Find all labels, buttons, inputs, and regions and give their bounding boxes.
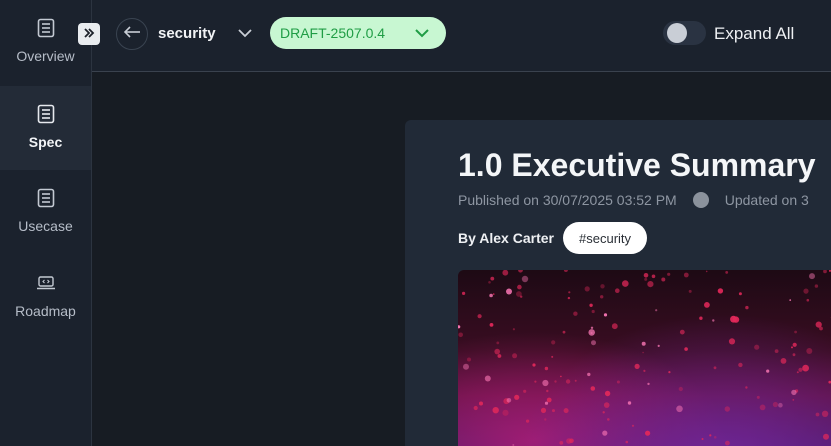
expand-all-label: Expand All: [714, 24, 795, 43]
toggle-knob: [667, 23, 687, 43]
version-label: DRAFT-2507.0.4: [280, 25, 386, 41]
sidebar-item-label: Overview: [16, 48, 75, 64]
hero-image: [458, 270, 831, 446]
laptop-code-icon: [36, 273, 56, 293]
document-list-icon: [36, 18, 56, 38]
document-meta: Published on 30/07/2025 03:52 PM Updated…: [458, 192, 809, 208]
document-list-icon: [36, 104, 56, 124]
chevron-down-icon: [414, 25, 430, 46]
page-title: 1.0 Executive Summary: [458, 147, 816, 183]
sidebar-item-spec[interactable]: Spec: [0, 86, 91, 170]
sidebar-item-label: Spec: [28, 134, 63, 150]
arrow-left-icon: [123, 25, 141, 44]
top-bar: security DRAFT-2507.0.4 Expand All: [92, 0, 831, 72]
back-button[interactable]: [116, 18, 148, 50]
sidebar: Overview Spec Usecase Roadmap: [0, 0, 92, 446]
version-selector[interactable]: DRAFT-2507.0.4: [270, 17, 446, 49]
app-root: Overview Spec Usecase Roadmap security D…: [0, 0, 831, 446]
tag-chip[interactable]: #security: [563, 222, 648, 254]
double-chevron-right-icon: [83, 26, 95, 42]
sidebar-item-usecase[interactable]: Usecase: [0, 170, 91, 254]
hero-bokeh: [458, 270, 831, 446]
sidebar-toggle-button[interactable]: [78, 23, 100, 45]
document-list-icon: [36, 188, 56, 208]
author-name: By Alex Carter: [458, 230, 554, 246]
document-card: 1.0 Executive Summary Published on 30/07…: [405, 120, 831, 446]
sidebar-item-label: Usecase: [18, 218, 73, 234]
project-name[interactable]: security: [158, 25, 216, 42]
published-date: Published on 30/07/2025 03:52 PM: [458, 192, 677, 208]
updated-date: Updated on 3: [724, 192, 809, 208]
expand-all-toggle[interactable]: [663, 21, 706, 45]
separator-dot-icon: [692, 192, 709, 208]
chevron-down-icon[interactable]: [238, 24, 252, 47]
sidebar-item-label: Roadmap: [15, 303, 76, 319]
sidebar-item-roadmap[interactable]: Roadmap: [0, 255, 91, 339]
